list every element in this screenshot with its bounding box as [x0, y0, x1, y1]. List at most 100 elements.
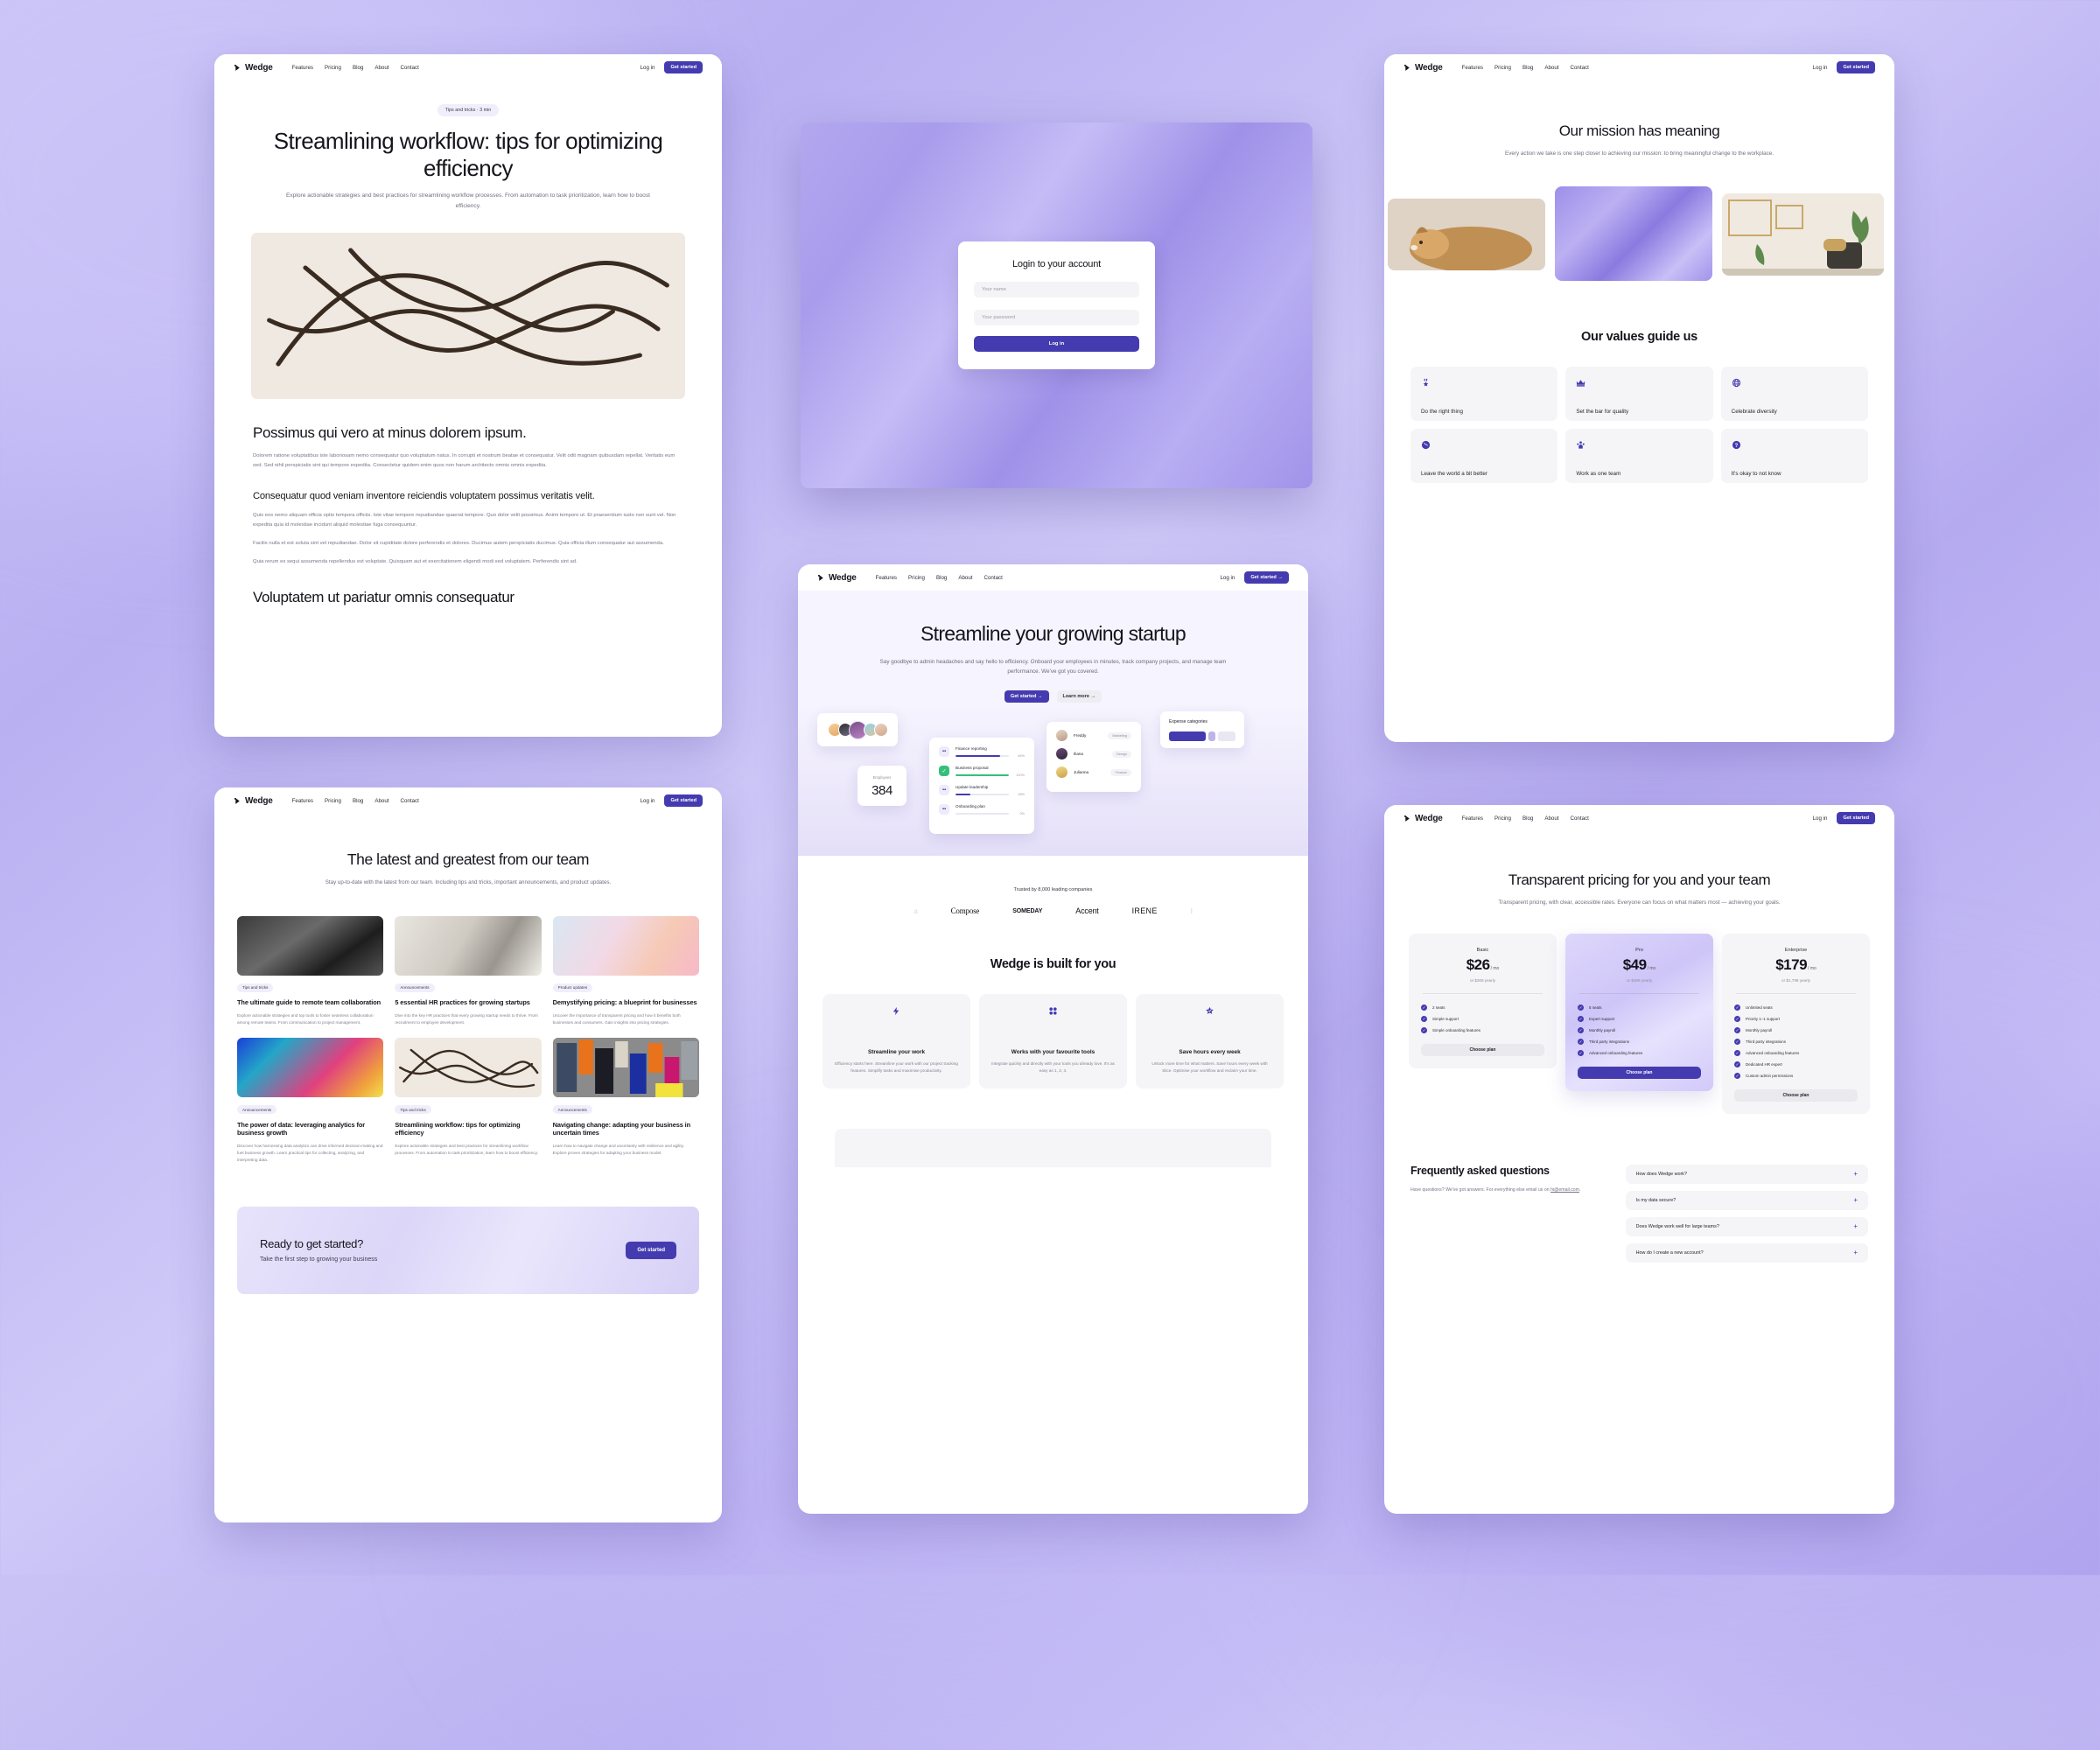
- task-row[interactable]: ✓ Business proposal 100%: [939, 766, 1025, 777]
- post-thumbnail: [552, 915, 699, 976]
- list-item[interactable]: Tips and tricks The ultimate guide to re…: [237, 915, 384, 1027]
- list-item[interactable]: Announcements The power of data: leverag…: [237, 1038, 384, 1164]
- task-row[interactable]: ▪▪ Update leadership 28%: [939, 785, 1025, 796]
- nav-link-contact[interactable]: Contact: [1571, 65, 1589, 71]
- nav-link-blog[interactable]: Blog: [1522, 816, 1533, 822]
- plan-feature-label: Simple onboarding features: [1432, 1028, 1481, 1033]
- nav-links: Features Pricing Blog About Contact: [292, 65, 419, 71]
- get-started-button[interactable]: Get started: [664, 794, 703, 807]
- value-card[interactable]: Work as one team: [1565, 429, 1713, 484]
- faq-item[interactable]: Does Wedge work well for large teams? +: [1625, 1217, 1868, 1237]
- login-link[interactable]: Log in: [1813, 816, 1828, 822]
- get-started-button[interactable]: Get started: [1837, 61, 1875, 74]
- brand-logo[interactable]: Wedge: [817, 573, 857, 583]
- login-link[interactable]: Log in: [1813, 65, 1828, 71]
- list-item[interactable]: Announcements Navigating change: adaptin…: [552, 1038, 699, 1164]
- brand-name: Wedge: [1415, 62, 1443, 73]
- list-item[interactable]: Announcements 5 essential HR practices f…: [395, 915, 542, 1027]
- nav-link-about[interactable]: About: [1544, 65, 1558, 71]
- brand-logo[interactable]: Wedge: [1404, 814, 1443, 823]
- faq-section: Frequently asked questions Have question…: [1384, 1165, 1894, 1270]
- value-card[interactable]: Celebrate diversity: [1720, 367, 1868, 422]
- plus-icon[interactable]: +: [1853, 1171, 1858, 1178]
- faq-email-link[interactable]: hi@email.com: [1550, 1187, 1579, 1193]
- next-section-peek: [835, 1129, 1271, 1168]
- features-grid: Streamline your work Efficiency starts h…: [798, 994, 1308, 1089]
- feature-card[interactable]: Save hours every week Unlock more time f…: [1136, 994, 1284, 1089]
- choose-plan-button-basic[interactable]: Choose plan: [1421, 1044, 1544, 1057]
- password-field[interactable]: Your password: [974, 310, 1139, 326]
- nav-link-about[interactable]: About: [958, 575, 972, 581]
- value-card[interactable]: Do the right thing: [1410, 367, 1558, 422]
- landing-page: Wedge Features Pricing Blog About Contac…: [798, 564, 1308, 1514]
- nav-link-features[interactable]: Features: [876, 575, 897, 581]
- brand-logo[interactable]: Wedge: [1404, 63, 1443, 73]
- plan-feature-label: Advanced onboarding features: [1746, 1051, 1800, 1056]
- login-submit-button[interactable]: Log in: [974, 336, 1139, 352]
- choose-plan-button-pro[interactable]: Choose plan: [1578, 1067, 1701, 1080]
- hero-get-started-button[interactable]: Get started →: [1004, 690, 1049, 704]
- hero-learn-more-button[interactable]: Learn more →: [1056, 690, 1102, 704]
- nav-link-pricing[interactable]: Pricing: [325, 798, 341, 804]
- values-grid: Do the right thing Set the bar for quali…: [1384, 367, 1894, 484]
- nav-link-about[interactable]: About: [374, 798, 388, 804]
- list-item[interactable]: Freddy Marketing: [1056, 730, 1131, 742]
- value-card[interactable]: ? It's okay to not know: [1720, 429, 1868, 484]
- nav-link-about[interactable]: About: [374, 65, 388, 71]
- mission-header: Our mission has meaning Every action we …: [1384, 80, 1894, 158]
- faq-item[interactable]: How do I create a new account? +: [1625, 1243, 1868, 1264]
- get-started-button[interactable]: Get started: [664, 61, 703, 74]
- faq-item[interactable]: How does Wedge work? +: [1625, 1165, 1868, 1185]
- task-percent: 84%: [1018, 754, 1025, 759]
- plus-icon[interactable]: +: [1853, 1223, 1858, 1230]
- nav-link-blog[interactable]: Blog: [936, 575, 947, 581]
- task-row[interactable]: ▪▪ Onboarding plan 0%: [939, 804, 1025, 816]
- avatar-stack-widget: [817, 713, 898, 747]
- cta-get-started-button[interactable]: Get started: [626, 1241, 676, 1259]
- login-link[interactable]: Log in: [640, 798, 655, 804]
- nav-link-about[interactable]: About: [1544, 816, 1558, 822]
- nav-link-features[interactable]: Features: [1462, 816, 1483, 822]
- choose-plan-button-enterprise[interactable]: Choose plan: [1734, 1089, 1858, 1102]
- employees-count-widget: Employees 384: [858, 766, 906, 807]
- plus-icon[interactable]: +: [1853, 1250, 1858, 1256]
- feature-name: Works with your favourite tools: [1011, 1048, 1096, 1055]
- task-row[interactable]: ▪▪ Finance reporting 84%: [939, 746, 1025, 758]
- nav-link-contact[interactable]: Contact: [401, 65, 419, 71]
- nav-link-pricing[interactable]: Pricing: [325, 65, 341, 71]
- get-started-button[interactable]: Get started →: [1244, 571, 1289, 584]
- value-card[interactable]: Leave the world a bit better: [1410, 429, 1558, 484]
- nav-actions: Log in Get started →: [1220, 571, 1289, 584]
- brand-logo[interactable]: Wedge: [234, 63, 273, 73]
- nav-link-features[interactable]: Features: [1462, 65, 1483, 71]
- nav-link-features[interactable]: Features: [292, 65, 313, 71]
- feature-card[interactable]: Works with your favourite tools Integrat…: [979, 994, 1127, 1089]
- blog-title: The latest and greatest from our team: [346, 850, 590, 868]
- plus-icon[interactable]: +: [1853, 1197, 1858, 1204]
- list-item[interactable]: Iliana Design: [1056, 748, 1131, 760]
- nav-link-pricing[interactable]: Pricing: [908, 575, 925, 581]
- office-photo: [1722, 193, 1884, 276]
- get-started-button[interactable]: Get started: [1837, 812, 1875, 824]
- nav-link-pricing[interactable]: Pricing: [1494, 816, 1511, 822]
- faq-item[interactable]: Is my data secure? +: [1625, 1191, 1868, 1211]
- nav-link-contact[interactable]: Contact: [1571, 816, 1589, 822]
- nav-link-features[interactable]: Features: [292, 798, 313, 804]
- nav-link-blog[interactable]: Blog: [353, 65, 363, 71]
- login-link[interactable]: Log in: [640, 65, 655, 71]
- list-item[interactable]: Tips and tricks Streamlining workflow: t…: [395, 1038, 542, 1164]
- nav-link-blog[interactable]: Blog: [353, 798, 363, 804]
- login-link[interactable]: Log in: [1220, 575, 1235, 581]
- nav-link-contact[interactable]: Contact: [401, 798, 419, 804]
- list-item[interactable]: Julianna Finance: [1056, 766, 1131, 779]
- nav-link-blog[interactable]: Blog: [1522, 65, 1533, 71]
- feature-card[interactable]: Streamline your work Efficiency starts h…: [822, 994, 970, 1089]
- nav-link-pricing[interactable]: Pricing: [1494, 65, 1511, 71]
- value-card[interactable]: Set the bar for quality: [1565, 367, 1713, 422]
- brand-logo[interactable]: Wedge: [234, 796, 273, 806]
- nav-link-contact[interactable]: Contact: [984, 575, 1003, 581]
- post-title: The ultimate guide to remote team collab…: [237, 998, 382, 1007]
- faq-desc-after: .: [1579, 1187, 1581, 1194]
- list-item[interactable]: Product updates Demystifying pricing: a …: [552, 915, 699, 1027]
- name-field[interactable]: Your name: [974, 282, 1139, 298]
